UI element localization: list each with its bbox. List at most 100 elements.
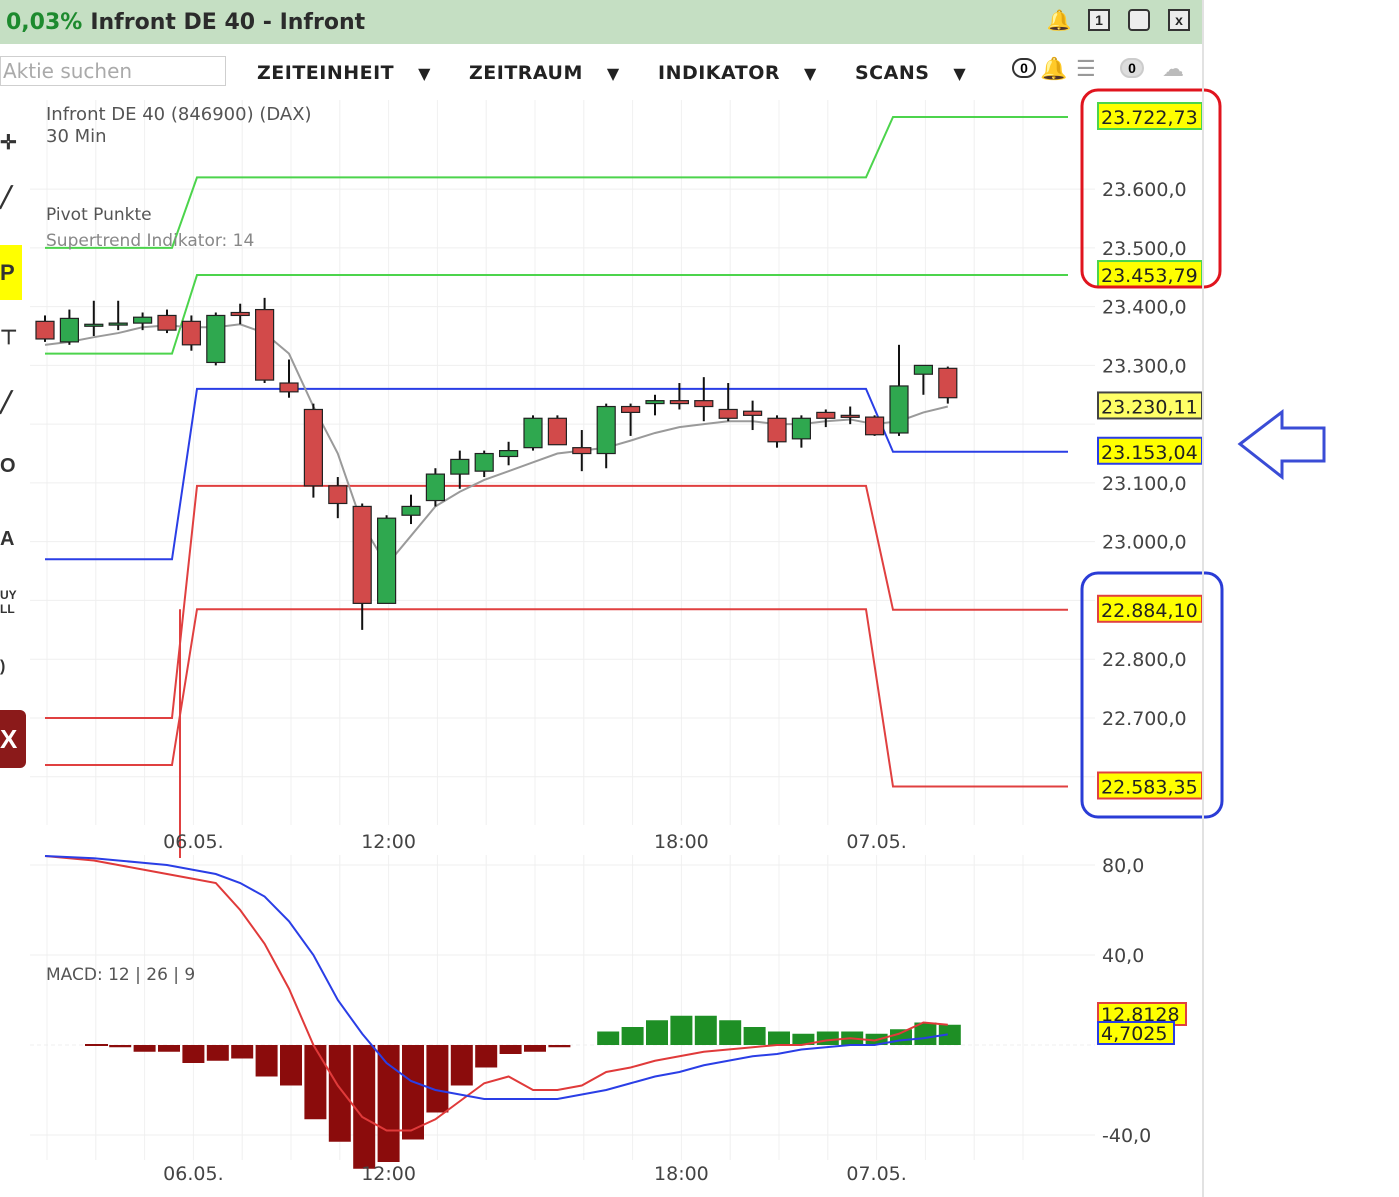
y-tick-label: 23.300,0 bbox=[1102, 355, 1187, 377]
candle-body bbox=[548, 418, 566, 444]
candle-body bbox=[792, 418, 810, 439]
candle-body bbox=[426, 474, 444, 500]
macd-histogram-bar bbox=[426, 1045, 448, 1113]
macd-histogram-bar bbox=[109, 1045, 131, 1047]
macd-value-label: 4,7025 bbox=[1101, 1023, 1167, 1045]
candle-body bbox=[60, 318, 78, 342]
main-grid bbox=[30, 100, 1095, 1160]
price-label: 22.884,10 bbox=[1101, 600, 1198, 622]
candle-body bbox=[280, 383, 298, 392]
macd-histogram-bar bbox=[475, 1045, 497, 1068]
macd-histogram-bar bbox=[378, 1045, 400, 1162]
candle-body bbox=[939, 368, 957, 397]
macd-x-tick-label: 18:00 bbox=[654, 1163, 709, 1185]
candle-body bbox=[85, 324, 103, 326]
candle-body bbox=[597, 407, 615, 454]
x-tick-label: 07.05. bbox=[846, 831, 906, 853]
macd-histogram-bar bbox=[182, 1045, 204, 1063]
chart-title: Infront DE 40 (846900) (DAX) bbox=[46, 104, 312, 125]
candle-body bbox=[182, 321, 200, 345]
indicator-label-pivot: Pivot Punkte bbox=[46, 205, 152, 225]
macd-x-tick-label: 06.05. bbox=[163, 1163, 223, 1185]
price-label: 23.230,11 bbox=[1101, 396, 1198, 418]
macd-line bbox=[45, 856, 948, 1131]
price-label: 22.583,35 bbox=[1101, 777, 1198, 799]
macd-histogram-bar bbox=[817, 1032, 839, 1046]
pivot-line-s3 bbox=[45, 609, 1068, 786]
y-tick-label: 23.000,0 bbox=[1102, 532, 1187, 554]
candle-body bbox=[304, 409, 322, 485]
candle-body bbox=[475, 454, 493, 472]
pivot-line-s2 bbox=[45, 486, 1068, 718]
x-tick-label: 06.05. bbox=[163, 831, 223, 853]
candle-body bbox=[256, 310, 274, 381]
macd-histogram-bar bbox=[207, 1045, 229, 1061]
candle-body bbox=[109, 323, 127, 325]
axis-separator bbox=[1202, 0, 1204, 1197]
y-tick-label: 23.100,0 bbox=[1102, 473, 1187, 495]
y-tick-label: 23.500,0 bbox=[1102, 238, 1187, 260]
main-plot bbox=[36, 117, 1068, 858]
candle-body bbox=[744, 411, 762, 415]
macd-histogram-bar bbox=[890, 1029, 912, 1045]
candle-body bbox=[329, 486, 347, 504]
pivot-line-r3 bbox=[45, 117, 1068, 248]
candle-body bbox=[402, 506, 420, 515]
macd-histogram-bar bbox=[256, 1045, 278, 1077]
candle-body bbox=[866, 417, 884, 435]
macd-histogram-bar bbox=[280, 1045, 302, 1086]
macd-y-tick-label: 80,0 bbox=[1102, 855, 1144, 877]
candle-body bbox=[207, 315, 225, 362]
candle-body bbox=[719, 409, 737, 418]
candle-body bbox=[378, 518, 396, 603]
macd-plot bbox=[45, 856, 961, 1169]
candle-body bbox=[622, 407, 640, 413]
pivot-line-p bbox=[45, 389, 1068, 559]
price-chart[interactable]: Infront DE 40 (846900) (DAX)30 Min Pivot … bbox=[0, 0, 1399, 1197]
candle-body bbox=[890, 386, 908, 433]
macd-histogram-bar bbox=[695, 1016, 717, 1045]
macd-histogram-bar bbox=[622, 1027, 644, 1045]
macd-histogram-bar bbox=[768, 1032, 790, 1046]
macd-histogram-bar bbox=[500, 1045, 522, 1054]
candle-body bbox=[695, 401, 713, 407]
price-label: 23.453,79 bbox=[1101, 265, 1198, 287]
candle-body bbox=[231, 313, 249, 316]
macd-x-tick-label: 07.05. bbox=[846, 1163, 906, 1185]
y-tick-label: 23.600,0 bbox=[1102, 179, 1187, 201]
macd-histogram-bar bbox=[719, 1020, 741, 1045]
chart-subtitle: 30 Min bbox=[46, 126, 107, 147]
candle-body bbox=[768, 418, 786, 442]
candle-body bbox=[841, 415, 859, 417]
candle-body bbox=[646, 401, 664, 404]
candle-body bbox=[524, 418, 542, 447]
macd-histogram-bar bbox=[597, 1032, 619, 1046]
candle-body bbox=[353, 506, 371, 603]
macd-histogram-bar bbox=[548, 1045, 570, 1047]
arrow-left-icon bbox=[1240, 412, 1324, 477]
macd-histogram-bar bbox=[646, 1020, 668, 1045]
price-label: 23.722,73 bbox=[1101, 107, 1198, 129]
macd-x-tick-label: 12:00 bbox=[361, 1163, 416, 1185]
moving-average-line bbox=[45, 324, 948, 565]
macd-y-tick-label: -40,0 bbox=[1102, 1125, 1151, 1147]
candle-body bbox=[36, 321, 54, 339]
y-tick-label: 22.700,0 bbox=[1102, 708, 1187, 730]
macd-histogram-bar bbox=[329, 1045, 351, 1142]
macd-histogram-bar bbox=[231, 1045, 253, 1059]
x-tick-label: 18:00 bbox=[654, 831, 709, 853]
macd-histogram-bar bbox=[524, 1045, 546, 1052]
macd-y-tick-label: 40,0 bbox=[1102, 945, 1144, 967]
macd-histogram-bar bbox=[451, 1045, 473, 1086]
candle-body bbox=[670, 401, 688, 404]
x-tick-label: 12:00 bbox=[361, 831, 416, 853]
candle-body bbox=[134, 317, 152, 323]
candle-body bbox=[914, 365, 932, 374]
macd-histogram-bar bbox=[134, 1045, 156, 1052]
macd-histogram-bar bbox=[353, 1045, 375, 1169]
candle-body bbox=[451, 459, 469, 474]
y-tick-label: 23.400,0 bbox=[1102, 297, 1187, 319]
candle-body bbox=[158, 315, 176, 330]
macd-histogram-bar bbox=[670, 1016, 692, 1045]
candle-body bbox=[500, 451, 518, 457]
